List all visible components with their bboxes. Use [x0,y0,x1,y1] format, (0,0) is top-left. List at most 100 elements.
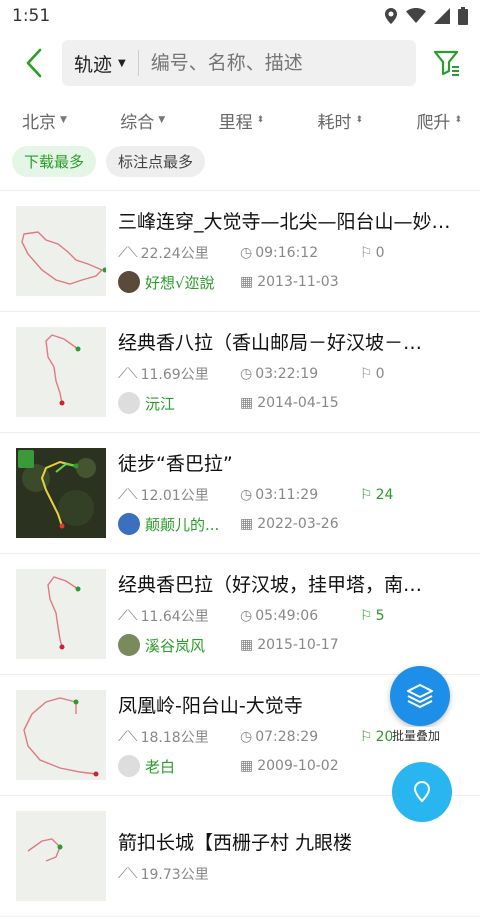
clock-icon: ◷ [240,366,253,382]
road-icon: ⟋⟍ [118,608,138,624]
track-distance: 12.01公里 [140,488,209,504]
clock-icon: ◷ [240,245,253,261]
flag-icon: ⚐ [360,245,373,261]
chevron-left-icon [26,48,42,78]
duration-cell: ◷ 07:28:29 [240,729,360,745]
track-map-image [23,697,99,777]
date-text: 2014-04-15 [257,395,339,411]
track-date: ▦ 2022-03-26 [240,516,339,532]
track-meta: ⟋⟍ 19.73公里 [118,864,464,884]
sort-arrows-icon: ⬍ [355,115,364,125]
track-distance: 19.73公里 [140,866,209,883]
calendar-icon: ▦ [240,395,254,411]
chip-most-downloaded[interactable]: 下载最多 [12,145,97,177]
batch-overlay-label: 批量叠加 [392,727,441,744]
track-item[interactable]: 三峰连穿_大觉寺—北尖—阳台山—妙… ⟋⟍ 22.24公里 ◷ 09:16:12 ⚐… [0,191,480,312]
status-bar: 1:51 [0,0,480,32]
flag-icon: ⚐ [360,729,373,745]
track-duration: 05:49:06 [255,608,319,624]
track-duration: 03:22:19 [255,366,319,382]
chip-most-markers[interactable]: 标注点最多 [106,145,206,177]
track-thumbnail [16,448,106,538]
author-name: 溪谷岚风 [145,636,206,655]
flag-icon: ⚐ [360,608,373,624]
clock-icon: ◷ [240,608,253,624]
track-meta: ⟋⟍ 11.69公里 ◷ 03:22:19 ⚐ 0 [118,364,464,384]
road-icon: ⟋⟍ [118,487,138,503]
sort-overall[interactable]: 综合 ▼ [120,108,165,133]
track-thumbnail [16,327,106,417]
sort-arrows-icon: ⬍ [256,115,265,125]
distance-cell: ⟋⟍ 12.01公里 [118,485,240,505]
distance-cell: ⟋⟍ 11.69公里 [118,364,240,384]
track-title: 三峰连穿_大觉寺—北尖—阳台山—妙… [118,211,451,233]
track-markers: 0 [375,245,385,261]
sort-arrows-icon: ⬍ [454,115,462,125]
track-author[interactable]: 老白 [118,755,240,777]
clock-icon: ◷ [240,487,253,503]
sort-region-label: 北京 [22,112,56,133]
track-author-line: 沅江 ▦ 2014-04-15 [118,391,464,415]
track-item[interactable]: 徒步“香巴拉” ⟋⟍ 12.01公里 ◷ 03:11:29 ⚐ 24 颠颠儿的... … [0,433,480,554]
track-markers: 20 [375,729,394,745]
markers-cell: ⚐ 20 [360,729,393,745]
road-icon: ⟋⟍ [118,366,138,382]
flag-icon: ⚐ [360,366,373,382]
track-distance: 22.24公里 [140,246,209,262]
track-author[interactable]: 沅江 [118,392,240,414]
location-icon [385,8,397,24]
track-map-image [21,231,106,285]
track-map-image [47,576,81,650]
track-thumbnail [16,690,106,780]
search-input[interactable] [138,52,416,74]
avatar [118,755,140,777]
sort-duration[interactable]: 耗时 ⬍ [318,108,364,133]
duration-cell: ◷ 09:16:12 [240,245,360,261]
track-markers: 24 [375,487,394,503]
avatar [118,271,140,293]
author-name: 沅江 [145,394,176,413]
location-fab-button[interactable] [392,762,452,822]
markers-cell: ⚐ 0 [360,366,384,382]
track-info: 经典香八拉（香山邮局－好汉坡－… ⟋⟍ 11.69公里 ◷ 03:22:19 ⚐ 0 … [118,329,464,415]
track-map-image [45,334,81,406]
track-author[interactable]: 溪谷岚风 [118,634,240,656]
sort-bar: 北京 ▼ 综合 ▼ 里程 ⬍ 耗时 ⬍ 爬升 ⬍ [0,98,480,142]
markers-cell: ⚐ 5 [360,608,384,624]
duration-cell: ◷ 05:49:06 [240,608,360,624]
track-item[interactable]: 经典香巴拉（好汉坡，挂甲塔，南… ⟋⟍ 11.64公里 ◷ 05:49:06 ⚐ 5 … [0,554,480,675]
track-meta: ⟋⟍ 22.24公里 ◷ 09:16:12 ⚐ 0 [118,243,464,263]
date-text: 2022-03-26 [257,516,339,532]
track-item[interactable]: 经典香八拉（香山邮局－好汉坡－… ⟋⟍ 11.69公里 ◷ 03:22:19 ⚐ 0 … [0,312,480,433]
date-text: 2013-11-03 [257,274,339,290]
track-meta: ⟋⟍ 12.01公里 ◷ 03:11:29 ⚐ 24 [118,485,464,505]
author-name: 老白 [145,757,176,776]
sort-region[interactable]: 北京 ▼ [22,108,67,133]
track-thumbnail [16,206,106,296]
track-author[interactable]: 颠颠儿的... [118,513,240,535]
track-title: 经典香八拉（香山邮局－好汉坡－… [118,332,423,354]
search-type-label: 轨迹 [74,53,113,76]
track-markers: 0 [375,366,385,382]
track-map-image [27,838,63,862]
track-author-line: 溪谷岚风 ▦ 2015-10-17 [118,633,464,657]
filter-button[interactable] [424,40,470,86]
track-title: 箭扣长城【西栅子村 九眼楼 [118,831,353,854]
track-author[interactable]: 好想√迩說 [118,271,240,293]
flag-icon: ⚐ [360,487,373,503]
search-type-dropdown[interactable]: 轨迹 ▼ [74,50,139,76]
distance-cell: ⟋⟍ 19.73公里 [118,864,240,884]
track-date: ▦ 2013-11-03 [240,274,339,290]
track-author-line: 好想√迩說 ▦ 2013-11-03 [118,270,464,294]
road-icon: ⟋⟍ [118,865,138,882]
batch-overlay-button[interactable] [390,666,450,726]
sort-climb[interactable]: 爬升 ⬍ [416,108,462,133]
calendar-icon: ▦ [240,637,254,653]
track-author-line: 颠颠儿的... ▦ 2022-03-26 [118,512,464,536]
back-button[interactable] [16,43,52,83]
sort-distance[interactable]: 里程 ⬍ [219,108,265,133]
avatar [118,392,140,414]
duration-cell: ◷ 03:22:19 [240,366,360,382]
track-info: 徒步“香巴拉” ⟋⟍ 12.01公里 ◷ 03:11:29 ⚐ 24 颠颠儿的... … [118,450,464,536]
search-box: 轨迹 ▼ [62,40,416,86]
